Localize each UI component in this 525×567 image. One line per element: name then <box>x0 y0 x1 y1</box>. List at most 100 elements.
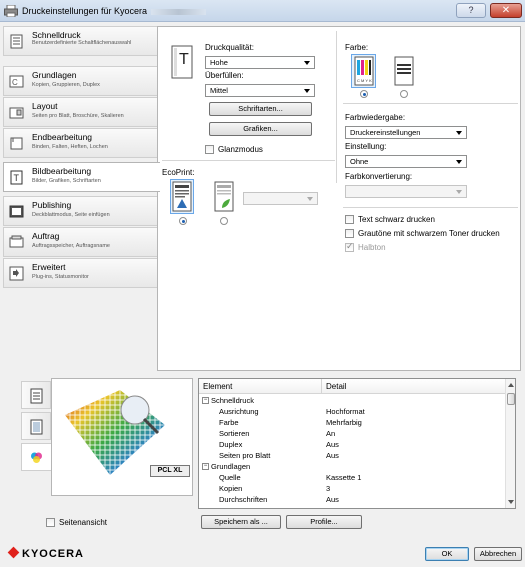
sidebar-item-subtitle: Plug-ins, Statusmonitor <box>32 274 89 280</box>
sidebar-item-endbearbeitung[interactable]: Endbearbeitung Binden, Falten, Heften, L… <box>3 128 157 158</box>
collapse-icon[interactable]: − <box>202 463 209 470</box>
row-value: Kassette 1 <box>326 473 362 482</box>
imaging-icon: T <box>10 170 23 185</box>
row-value: Aus <box>326 495 339 504</box>
scroll-up-arrow-icon[interactable] <box>508 383 514 387</box>
sidebar-item-title: Bildbearbeitung <box>32 166 92 176</box>
table-row: Durchschriften Aus <box>199 495 505 505</box>
close-button[interactable]: ✕ <box>490 3 522 18</box>
scroll-thumb[interactable] <box>507 393 515 405</box>
ecoprint-off-radio[interactable] <box>179 217 187 225</box>
job-icon <box>9 235 24 248</box>
sidebar-item-auftrag[interactable]: Auftrag Auftragsspeicher, Auftragsname <box>3 227 157 257</box>
sidebar-item-bildbearbeitung[interactable]: T Bildbearbeitung Bilder, Grafiken, Schr… <box>3 162 160 192</box>
print-quality-icon: T <box>171 45 193 79</box>
ecoprint-label: EcoPrint: <box>162 168 195 177</box>
fonts-button[interactable]: Schriftarten... <box>209 102 312 116</box>
gray-black-toner-checkbox[interactable] <box>345 229 354 238</box>
preview-tabs <box>21 381 53 491</box>
sidebar-item-subtitle: Binden, Falten, Heften, Lochen <box>32 144 108 150</box>
svg-text:T: T <box>179 51 189 68</box>
print-preview <box>51 378 193 496</box>
color-reproduction-value: Druckereinstellungen <box>350 128 421 137</box>
print-quality-label: Druckqualität: <box>205 43 254 52</box>
table-row-group[interactable]: − Schnelldruck <box>199 396 505 406</box>
overprint-select[interactable]: Mittel <box>205 84 315 97</box>
black-text-checkbox[interactable] <box>345 215 354 224</box>
setting-select[interactable]: Ohne <box>345 155 467 168</box>
color-blackwhite-icon[interactable] <box>394 56 414 86</box>
sidebar: Schnelldruck Benutzerdefinierte Schaltfl… <box>3 26 160 290</box>
sidebar-item-subtitle: Benutzerdefinierte Schaltflächenauswahl <box>32 40 132 46</box>
color-wheel-icon <box>31 452 42 463</box>
page-view-label: Seitenansicht <box>59 518 108 527</box>
logo-text: KYOCERA <box>22 548 85 560</box>
group-label: Grundlagen <box>211 462 251 471</box>
row-value: Hochformat <box>326 407 365 416</box>
halftone-checkbox[interactable] <box>345 241 354 252</box>
preview-tab-page[interactable] <box>21 412 51 440</box>
print-quality-value: Hohe <box>210 58 228 67</box>
table-row: Kopien 3 <box>199 484 505 494</box>
sidebar-item-title: Publishing <box>32 200 72 210</box>
preview-tab-color[interactable] <box>21 443 53 471</box>
chevron-down-icon <box>456 160 462 164</box>
row-key: Seiten pro Blatt <box>219 451 271 460</box>
sidebar-item-layout[interactable]: Layout Seiten pro Blatt, Broschüre, Skal… <box>3 97 157 127</box>
imaging-panel: T Druckqualität: Hohe Überfüllen: Mittel… <box>157 26 521 371</box>
sidebar-item-title: Layout <box>32 101 58 111</box>
ecoprint-level-select[interactable] <box>243 192 318 205</box>
page-view-checkbox[interactable] <box>46 518 55 527</box>
table-row-group[interactable]: − Grundlagen <box>199 462 505 472</box>
ok-button[interactable]: OK <box>425 547 469 561</box>
color-reproduction-select[interactable]: Druckereinstellungen <box>345 126 467 139</box>
ecoprint-on-radio[interactable] <box>220 217 228 225</box>
print-quality-select[interactable]: Hohe <box>205 56 315 69</box>
sidebar-item-grundlagen[interactable]: C Grundlagen Kopien, Gruppieren, Duplex <box>3 66 157 96</box>
save-as-button[interactable]: Speichern als ... <box>201 515 281 529</box>
row-value: 3 <box>326 484 331 493</box>
color-multicolor-icon[interactable]: C M Y K <box>354 56 374 86</box>
table-row: Quelle Kassette 1 <box>199 473 505 483</box>
color-blackwhite-radio[interactable] <box>400 90 408 98</box>
ecoprint-off-icon[interactable] <box>172 181 192 212</box>
sidebar-item-title: Endbearbeitung <box>32 132 93 142</box>
sidebar-item-title: Grundlagen <box>32 70 77 80</box>
table-row: Farbe Mehrfarbig <box>199 418 505 428</box>
gloss-mode-checkbox[interactable] <box>205 145 214 154</box>
row-value: An <box>326 429 336 438</box>
vertical-scrollbar[interactable] <box>505 379 515 508</box>
svg-text:C: C <box>12 78 18 87</box>
kyocera-logo: KYOCERA <box>7 546 85 560</box>
sidebar-item-publishing[interactable]: Publishing Deckblattmodus, Seite einfüge… <box>3 196 157 226</box>
divider <box>343 103 518 104</box>
printer-icon <box>30 388 43 404</box>
sidebar-item-title: Erweitert <box>32 262 66 272</box>
sidebar-item-schnelldruck[interactable]: Schnelldruck Benutzerdefinierte Schaltfl… <box>3 26 157 56</box>
cancel-button[interactable]: Abbrechen <box>474 547 522 561</box>
ecoprint-on-icon[interactable] <box>214 181 234 212</box>
table-row: Sortieren An <box>199 429 505 439</box>
divider <box>162 160 335 161</box>
row-value: Aus <box>326 451 339 460</box>
divider <box>343 207 518 208</box>
chevron-down-icon <box>456 190 462 194</box>
sidebar-item-subtitle: Auftragsspeicher, Auftragsname <box>32 243 110 249</box>
sidebar-item-title: Auftrag <box>32 231 60 241</box>
color-multicolor-radio[interactable] <box>360 90 368 98</box>
black-text-label: Text schwarz drucken <box>358 215 435 224</box>
color-conversion-select[interactable] <box>345 185 467 198</box>
profiles-button[interactable]: Profile... <box>286 515 362 529</box>
preview-tab-printer[interactable] <box>21 381 51 409</box>
overprint-value: Mittel <box>210 86 228 95</box>
gloss-mode-label: Glanzmodus <box>218 145 263 154</box>
graphics-button[interactable]: Grafiken... <box>209 122 312 136</box>
help-button[interactable]: ? <box>456 3 486 18</box>
advanced-icon <box>9 266 24 281</box>
title-bar: Druckeinstellungen für Kyocera ? ✕ <box>0 0 525 22</box>
scroll-down-arrow-icon[interactable] <box>508 500 514 504</box>
collapse-icon[interactable]: − <box>202 397 209 404</box>
cmyk-label: C M Y K <box>357 78 372 83</box>
layout-icon <box>9 107 24 119</box>
sidebar-item-erweitert[interactable]: Erweitert Plug-ins, Statusmonitor <box>3 258 157 288</box>
